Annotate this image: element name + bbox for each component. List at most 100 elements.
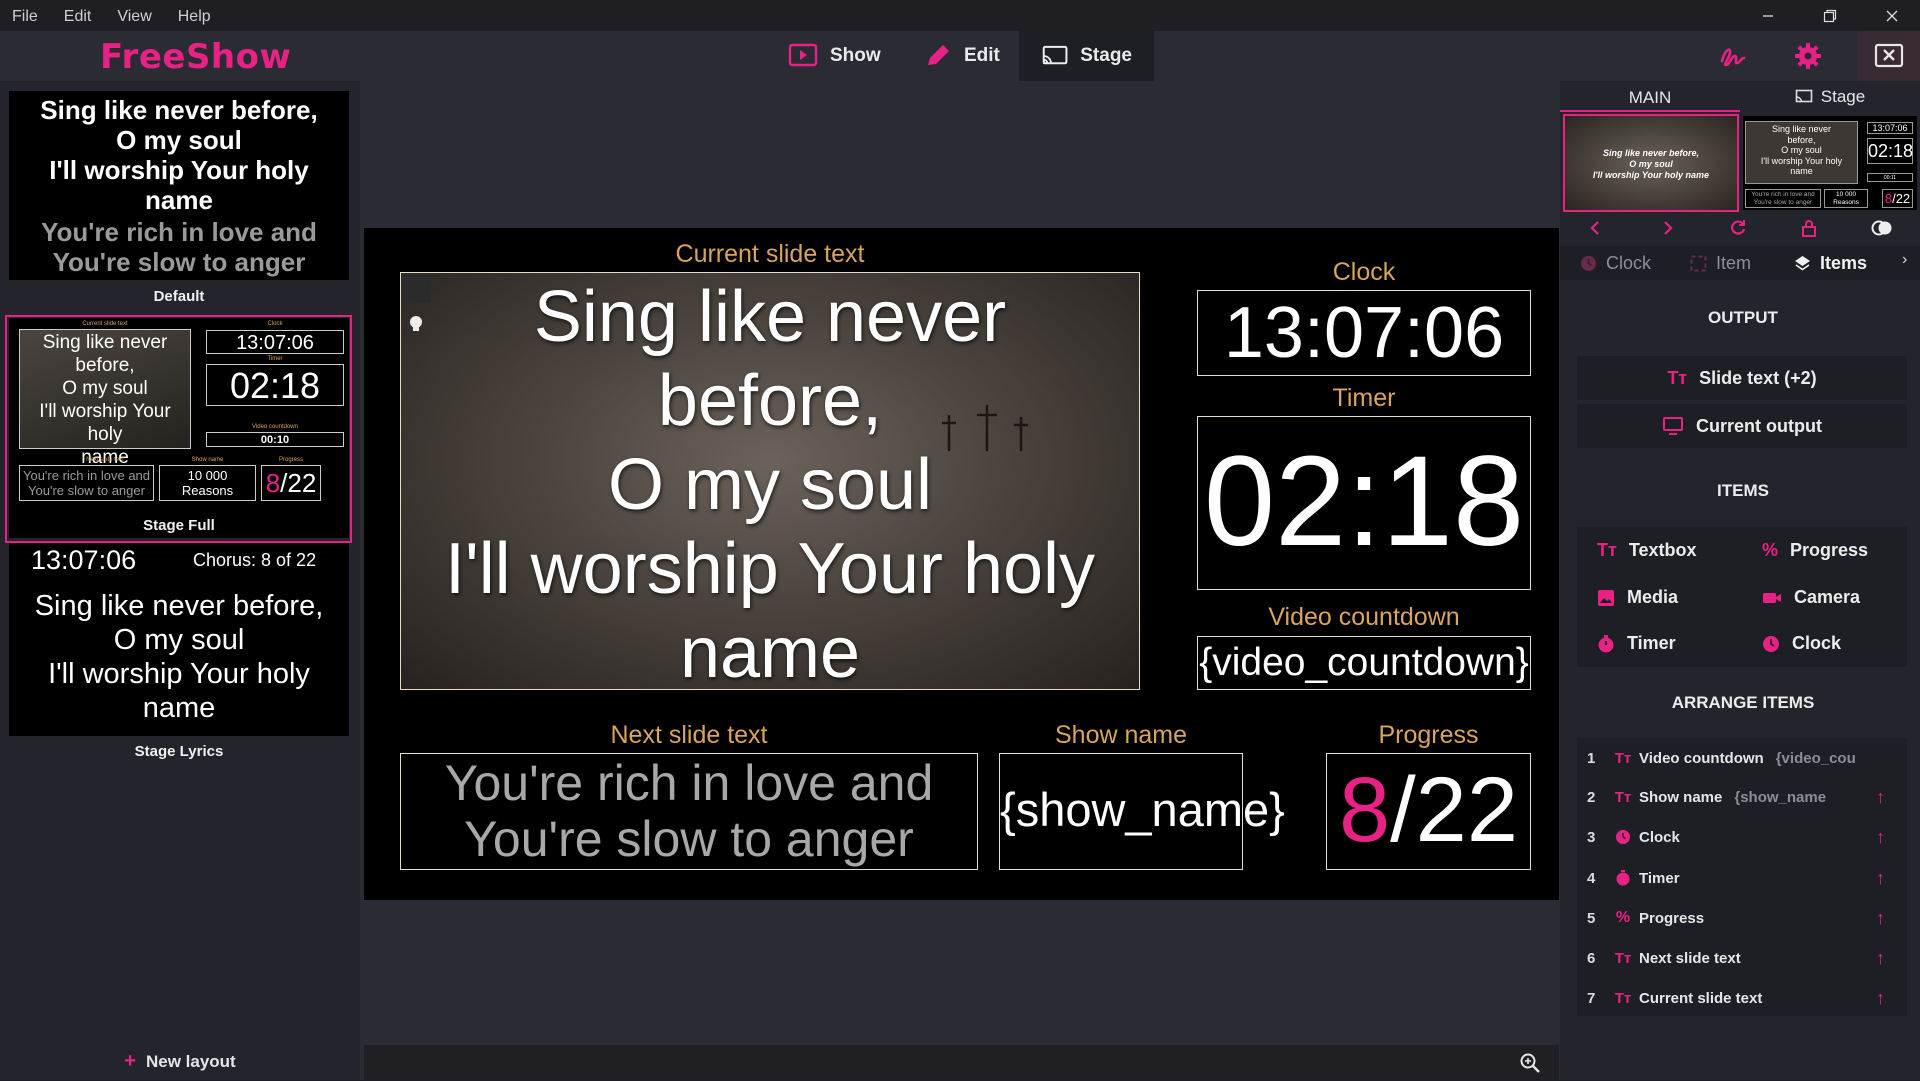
menu-view[interactable]: View bbox=[104, 0, 164, 31]
progress-box[interactable]: 8/22 bbox=[1326, 753, 1531, 870]
pencil-icon bbox=[924, 43, 952, 69]
arrange-row[interactable]: 3Clock↑ bbox=[1577, 817, 1907, 857]
thumb-next-line: You're slow to anger bbox=[1746, 199, 1820, 207]
gear-icon bbox=[1793, 41, 1823, 71]
thumb-text-line: name bbox=[1746, 166, 1857, 177]
mini-clock: 13:07:06 bbox=[206, 330, 344, 354]
refresh-icon[interactable] bbox=[1728, 218, 1748, 238]
thumb-text-line: Sing like never bbox=[1746, 124, 1857, 135]
clock-icon bbox=[1607, 829, 1639, 845]
restore-button[interactable] bbox=[1802, 0, 1858, 31]
next-slide-textbox[interactable]: You're rich in love and You're slow to a… bbox=[400, 753, 978, 870]
item-timer-button[interactable]: Timer bbox=[1597, 633, 1676, 654]
tool-tab-item-label: Item bbox=[1716, 253, 1751, 274]
previous-icon[interactable] bbox=[1586, 218, 1606, 238]
item-media-button[interactable]: Media bbox=[1597, 587, 1678, 608]
chevron-right-icon[interactable]: › bbox=[1902, 251, 1907, 269]
clear-output-button[interactable] bbox=[1858, 31, 1920, 81]
editor-bottom-bar bbox=[364, 1045, 1559, 1080]
close-output-icon bbox=[1874, 43, 1904, 69]
show-name-box[interactable]: {show_name} bbox=[999, 753, 1243, 870]
clock-box[interactable]: 13:07:06 bbox=[1197, 290, 1531, 376]
preview-controls bbox=[1560, 216, 1920, 240]
tab-main-output[interactable]: MAIN bbox=[1560, 82, 1740, 112]
thumb-progress-total: /22 bbox=[1892, 191, 1910, 206]
tool-tab-item[interactable]: Item bbox=[1690, 253, 1751, 274]
layout-default-preview[interactable]: Sing like never before, O my soul I'll w… bbox=[9, 91, 349, 280]
tool-tab-clock[interactable]: Clock bbox=[1580, 253, 1651, 274]
thumb-line: I'll worship Your holy name bbox=[1565, 170, 1737, 181]
arrow-up-icon[interactable]: ↑ bbox=[1876, 908, 1885, 929]
arrange-row[interactable]: 6TтNext slide text↑ bbox=[1577, 938, 1907, 978]
thumb-video: 00:11 bbox=[1867, 173, 1913, 182]
minimize-button[interactable] bbox=[1740, 0, 1796, 31]
mini-next-line: You're rich in love and bbox=[20, 468, 153, 483]
tab-stage[interactable]: Stage bbox=[1019, 31, 1154, 81]
lyrics-line: Sing like never before, bbox=[9, 589, 349, 623]
tab-show[interactable]: Show bbox=[766, 31, 903, 81]
arrow-up-icon[interactable]: ↑ bbox=[1876, 948, 1885, 969]
menu-edit[interactable]: Edit bbox=[51, 0, 105, 31]
lock-icon[interactable] bbox=[1799, 218, 1819, 238]
layout-stage-full-label[interactable]: Stage Full bbox=[9, 517, 349, 534]
close-window-button[interactable] bbox=[1864, 0, 1920, 31]
mini-progress-label: Progress bbox=[261, 457, 321, 463]
tab-stage-output[interactable]: Stage bbox=[1740, 82, 1920, 112]
item-camera-button[interactable]: Camera bbox=[1762, 587, 1860, 608]
top-navigation: FreeShow Show Edit Stage bbox=[0, 31, 1920, 81]
tool-tab-items[interactable]: Items bbox=[1794, 253, 1867, 274]
next-icon[interactable] bbox=[1657, 218, 1677, 238]
arrange-row-number: 6 bbox=[1577, 950, 1607, 967]
arrow-up-icon[interactable]: ↑ bbox=[1876, 988, 1885, 1009]
item-progress-button[interactable]: %Progress bbox=[1762, 540, 1868, 561]
thumb-show-line: Reasons bbox=[1825, 199, 1867, 207]
current-output-button[interactable]: Current output bbox=[1577, 404, 1907, 448]
arrange-row-number: 4 bbox=[1577, 870, 1607, 887]
item-clock-button[interactable]: Clock bbox=[1762, 633, 1841, 654]
current-output-label: Current output bbox=[1696, 416, 1822, 437]
layout-default-label[interactable]: Default bbox=[9, 288, 349, 305]
thumb-timer: 02:18 bbox=[1867, 138, 1913, 164]
mini-timer: 02:18 bbox=[206, 364, 344, 406]
item-progress-label: Progress bbox=[1790, 540, 1868, 561]
arrow-up-icon[interactable]: ↑ bbox=[1876, 868, 1885, 889]
mini-line: O my soul bbox=[20, 377, 190, 400]
arrange-row[interactable]: 5%Progress↑ bbox=[1577, 898, 1907, 938]
item-textbox-button[interactable]: TтTextbox bbox=[1597, 540, 1697, 561]
thumb-progress: 8/22 bbox=[1882, 189, 1913, 208]
text-icon: Tт bbox=[1607, 950, 1639, 967]
arrow-up-icon[interactable]: ↑ bbox=[1876, 827, 1885, 848]
next-line: You're slow to anger bbox=[401, 811, 977, 867]
menu-file[interactable]: File bbox=[0, 0, 51, 31]
next-slide-label: Next slide text bbox=[400, 721, 978, 750]
video-countdown-box[interactable]: {video_countdown} bbox=[1197, 636, 1531, 690]
cast-icon bbox=[1795, 89, 1813, 105]
current-line: I'll worship Your holy bbox=[401, 527, 1139, 611]
menu-help[interactable]: Help bbox=[165, 0, 224, 31]
slide-text-button[interactable]: Tт Slide text (+2) bbox=[1577, 356, 1907, 400]
current-slide-textbox[interactable]: Sing like never before, O my soul I'll w… bbox=[400, 272, 1140, 690]
zoom-icon[interactable] bbox=[1519, 1052, 1541, 1074]
thumb-line: O my soul bbox=[1565, 159, 1737, 170]
layout-stage-lyrics-label[interactable]: Stage Lyrics bbox=[9, 743, 349, 760]
arrange-row[interactable]: 7TтCurrent slide text↑ bbox=[1577, 978, 1907, 1018]
tab-edit[interactable]: Edit bbox=[902, 31, 1022, 81]
text-icon: Tт bbox=[1597, 540, 1617, 561]
blend-icon[interactable] bbox=[1870, 218, 1894, 238]
arrange-row[interactable]: 4Timer↑ bbox=[1577, 858, 1907, 898]
layout-stage-lyrics-preview[interactable]: 13:07:06 Chorus: 8 of 22 Sing like never… bbox=[9, 543, 349, 736]
arrow-up-icon[interactable]: ↑ bbox=[1876, 787, 1885, 808]
new-layout-button[interactable]: +New layout bbox=[0, 1042, 360, 1080]
next-line: You're rich in love and bbox=[401, 755, 977, 811]
arrange-row[interactable]: 1TтVideo countdown{video_cou bbox=[1577, 738, 1907, 778]
timer-box[interactable]: 02:18 bbox=[1197, 416, 1531, 590]
preview-next-line: You're slow to anger bbox=[9, 247, 349, 277]
settings-button[interactable] bbox=[1793, 41, 1823, 71]
image-icon bbox=[1597, 589, 1615, 607]
main-output-thumbnail[interactable]: Sing like never before, O my soul I'll w… bbox=[1563, 114, 1739, 212]
layout-stage-full-preview: Current slide text Sing like never befor… bbox=[9, 318, 349, 538]
draw-button[interactable] bbox=[1717, 41, 1747, 71]
arrange-row[interactable]: 2TтShow name{show_name↑ bbox=[1577, 777, 1907, 817]
layers-icon bbox=[1794, 255, 1811, 272]
stage-output-thumbnail[interactable]: Sing like never before, O my soul I'll w… bbox=[1743, 116, 1917, 210]
